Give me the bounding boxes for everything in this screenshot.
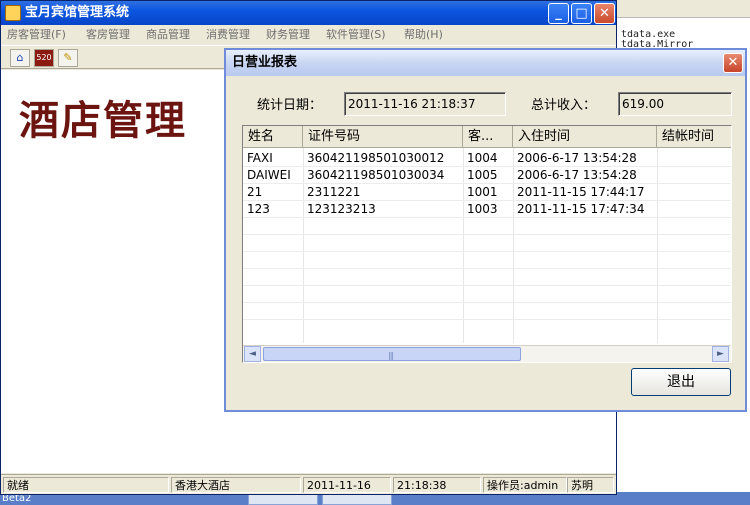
income-label: 总计收入： [531, 98, 597, 113]
column-header-name[interactable]: 姓名 [243, 126, 303, 148]
menu-software-management[interactable]: 软件管理(S) [326, 27, 386, 43]
column-header-room[interactable]: 客... [463, 126, 513, 148]
background-file-list: tdata.exe tdata.Mirror [617, 30, 750, 50]
menu-help[interactable]: 帮助(H) [404, 27, 443, 43]
cell-name: 123 [247, 202, 270, 216]
date-field[interactable]: 2011-11-16 21:18:37 [344, 92, 506, 116]
home-icon[interactable]: ⌂ [10, 49, 30, 67]
scroll-left-icon[interactable]: ◄ [244, 346, 261, 362]
main-title-bar[interactable]: 宝月宾馆管理系统 _ □ ✕ [1, 1, 616, 25]
grid-line [243, 302, 731, 303]
close-button[interactable]: ✕ [594, 3, 615, 24]
column-header-checkin-time[interactable]: 入住时间 [513, 126, 657, 148]
income-field[interactable]: 619.00 [618, 92, 732, 116]
dialog-title-bar[interactable]: 日营业报表 ✕ [226, 50, 745, 76]
column-header-id-number[interactable]: 证件号码 [303, 126, 463, 148]
status-bar: 就绪 香港大酒店 2011-11-16 21:18:38 操作员:admin 苏… [1, 474, 616, 494]
status-time: 21:18:38 [393, 477, 481, 493]
keys-icon[interactable]: ✎ [58, 49, 78, 67]
cell-checkin-time: 2006-6-17 13:54:28 [517, 168, 637, 182]
status-operator-name: 苏明 [567, 477, 614, 493]
cell-name: DAIWEI [247, 168, 291, 182]
app-icon [5, 5, 21, 21]
dialog-close-button[interactable]: ✕ [723, 53, 743, 73]
cell-name: 21 [247, 185, 263, 199]
daily-report-dialog: 日营业报表 ✕ 统计日期： 2011-11-16 21:18:37 总计收入： … [224, 48, 747, 412]
maximize-button[interactable]: □ [571, 3, 592, 24]
cell-checkin-time: 2011-11-15 17:47:34 [517, 202, 645, 216]
horizontal-scrollbar[interactable]: ◄ ||| ► [243, 345, 731, 362]
dialog-title: 日营业报表 [232, 55, 298, 70]
cell-id-number: 123123213 [307, 202, 376, 216]
cell-id-number: 2311221 [307, 185, 361, 199]
status-operator: 操作员:admin [483, 477, 567, 493]
cell-id-number: 360421198501030012 [307, 151, 445, 165]
menu-bar: 房客管理(F) 客房管理 商品管理 消费管理 财务管理 软件管理(S) 帮助(H… [1, 25, 616, 45]
cell-id-number: 360421198501030034 [307, 168, 445, 182]
grid-line [243, 285, 731, 286]
cell-checkin-time: 2011-11-15 17:44:17 [517, 185, 645, 199]
scroll-right-icon[interactable]: ► [712, 346, 729, 362]
background-window-strip [617, 0, 750, 18]
table-row[interactable]: 21 2311221 1001 2011-11-15 17:44:17 [243, 184, 731, 201]
minimize-button[interactable]: _ [548, 3, 569, 24]
status-date: 2011-11-16 [303, 477, 391, 493]
column-header-checkout-time[interactable]: 结帐时间 [657, 126, 731, 148]
status-state: 就绪 [3, 477, 169, 493]
cell-name: FAXI [247, 151, 273, 165]
cell-checkin-time: 2006-6-17 13:54:28 [517, 151, 637, 165]
scroll-grip-icon: ||| [388, 351, 394, 360]
report-icon[interactable]: 520 [34, 49, 54, 67]
report-table[interactable]: 姓名 证件号码 客... 入住时间 结帐时间 FAXI 360421198501… [242, 125, 732, 363]
menu-product-management[interactable]: 商品管理 [146, 27, 190, 43]
table-row[interactable]: DAIWEI 360421198501030034 1005 2006-6-17… [243, 167, 731, 184]
menu-guest-management[interactable]: 房客管理(F) [7, 27, 66, 43]
menu-finance-management[interactable]: 财务管理 [266, 27, 310, 43]
cell-room: 1005 [467, 168, 498, 182]
cell-checkout-time [657, 150, 731, 167]
grid-line [243, 268, 731, 269]
window-title: 宝月宾馆管理系统 [25, 5, 130, 20]
cell-checkout-time [657, 167, 731, 184]
table-row[interactable]: 123 123123213 1003 2011-11-15 17:47:34 [243, 201, 731, 218]
status-hotel-name: 香港大酒店 [171, 477, 301, 493]
grid-line [243, 319, 731, 320]
cell-checkout-time [657, 201, 731, 218]
table-row[interactable]: FAXI 360421198501030012 1004 2006-6-17 1… [243, 150, 731, 167]
cell-checkout-time [657, 184, 731, 201]
date-label: 统计日期： [257, 98, 323, 113]
cell-room: 1001 [467, 185, 498, 199]
grid-line [243, 234, 731, 235]
menu-room-management[interactable]: 客房管理 [86, 27, 130, 43]
grid-line [243, 251, 731, 252]
hotel-banner: 酒店管理 [19, 97, 187, 144]
exit-button[interactable]: 退出 [631, 368, 731, 396]
cell-room: 1003 [467, 202, 498, 216]
menu-consumption-management[interactable]: 消费管理 [206, 27, 250, 43]
scrollbar-thumb[interactable]: ||| [263, 347, 521, 361]
cell-room: 1004 [467, 151, 498, 165]
